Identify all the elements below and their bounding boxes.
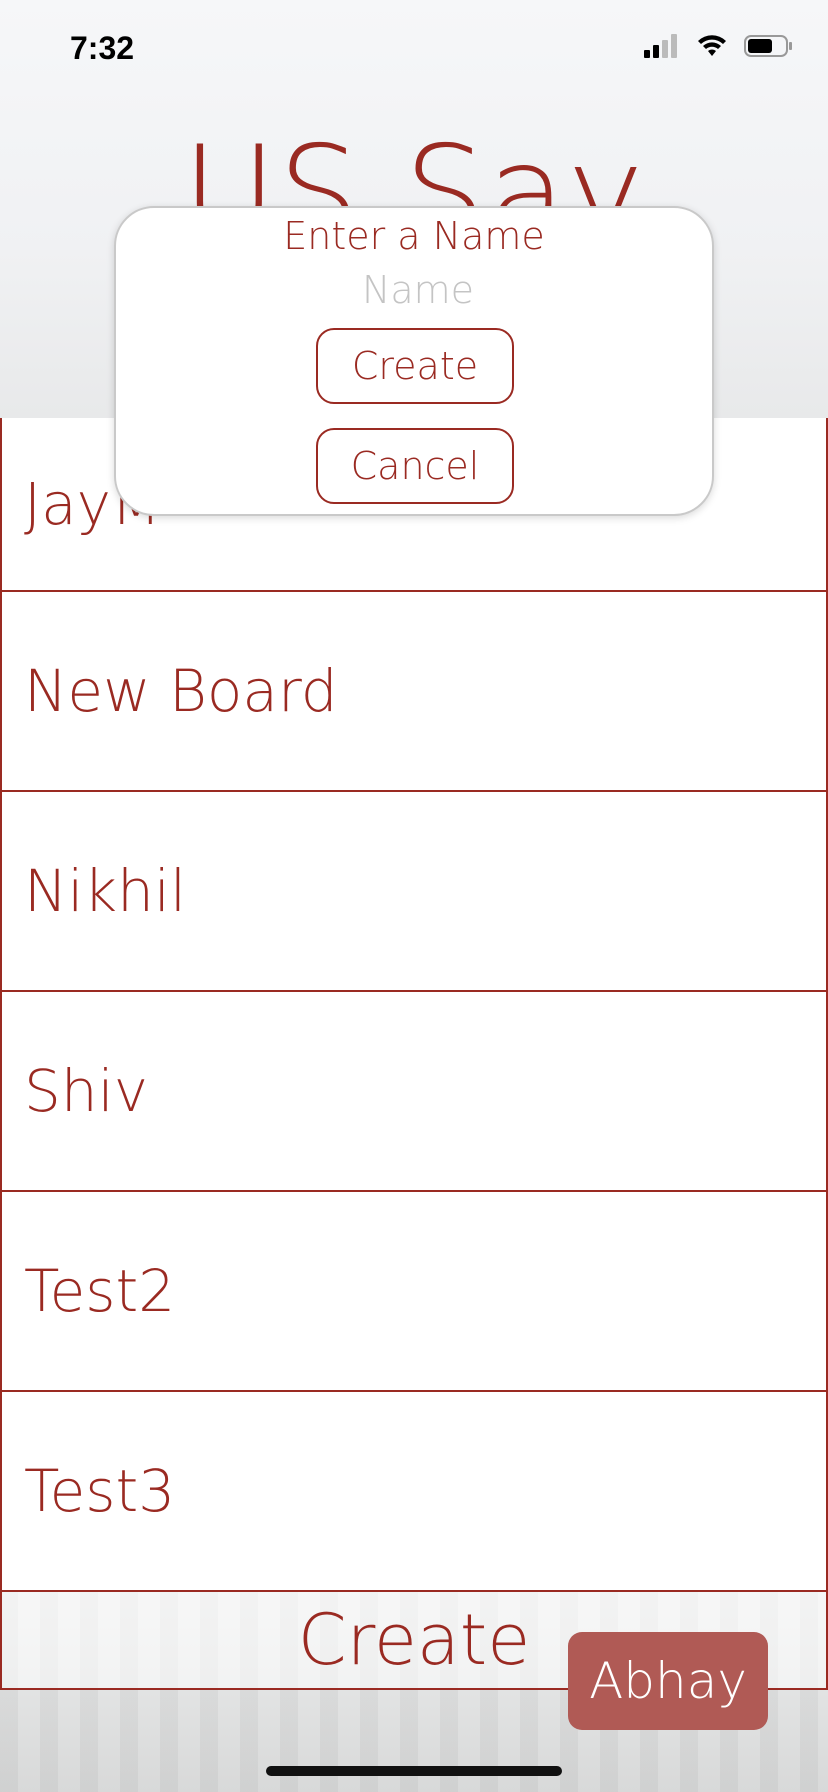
cellular-signal-icon [644,34,677,58]
board-label: Shiv [24,1057,149,1125]
name-dialog: Enter a Name Create Cancel [114,206,714,516]
board-row[interactable]: Nikhil [0,792,828,992]
board-label: New Board [24,657,338,725]
user-button[interactable]: Abhay [568,1632,768,1730]
battery-icon [744,35,792,57]
board-label: Nikhil [24,857,187,925]
dialog-title: Enter a Name [283,214,545,258]
status-time: 7:32 [70,30,135,66]
home-indicator [266,1766,562,1776]
wifi-icon [698,35,726,56]
board-label: Test3 [24,1457,176,1525]
board-row[interactable]: Test2 [0,1192,828,1392]
board-list: JayM New Board Nikhil Shiv Test2 Test3 [0,418,828,1592]
board-row[interactable]: Shiv [0,992,828,1192]
dialog-cancel-button[interactable]: Cancel [316,428,514,504]
dialog-create-button[interactable]: Create [316,328,514,404]
board-row[interactable]: New Board [0,592,828,792]
status-bar: 7:32 [0,0,828,100]
board-row[interactable]: Test3 [0,1392,828,1592]
name-input[interactable] [266,264,570,316]
status-icons [644,34,794,58]
board-label: Test2 [24,1257,176,1325]
